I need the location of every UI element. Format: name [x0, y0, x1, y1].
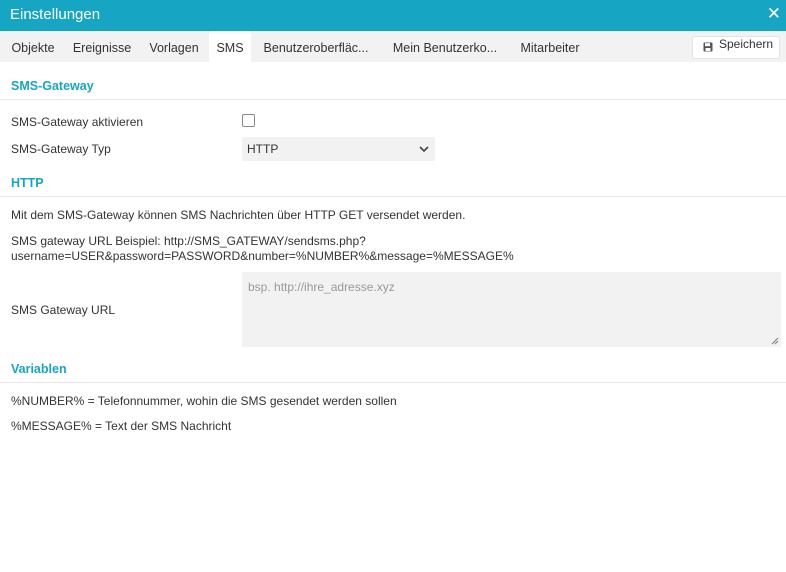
sms-gateway-url-placeholder: bsp. http://ihre_adresse.xyz [248, 280, 395, 294]
http-example-line-1: SMS gateway URL Beispiel: http://SMS_GAT… [11, 234, 366, 248]
title-bar: Einstellungen ✕ [0, 0, 786, 31]
divider [0, 196, 786, 197]
chevron-down-icon [419, 146, 429, 153]
resize-handle-icon[interactable] [771, 337, 779, 345]
window-title: Einstellungen [10, 6, 101, 23]
tab-ereignisse[interactable]: Ereignisse [66, 31, 138, 62]
floppy-disk-icon [703, 42, 713, 52]
section-title-sms-gateway: SMS-Gateway [11, 79, 94, 93]
sms-gateway-type-select[interactable]: HTTP [242, 137, 435, 161]
tab-benutzeroberflaeche[interactable]: Benutzeroberfläc... [255, 31, 377, 62]
sms-gateway-url-input[interactable]: bsp. http://ihre_adresse.xyz [242, 272, 781, 347]
section-title-http: HTTP [11, 176, 44, 190]
tab-mein-benutzerkonto[interactable]: Mein Benutzerko... [386, 31, 504, 62]
http-description: Mit dem SMS-Gateway können SMS Nachricht… [11, 208, 466, 222]
sms-gateway-url-label: SMS Gateway URL [11, 303, 116, 317]
save-button[interactable]: Speichern [692, 36, 780, 59]
section-title-variablen: Variablen [11, 362, 67, 376]
variable-number-description: %NUMBER% = Telefonnummer, wohin die SMS … [11, 394, 397, 408]
sms-gateway-type-value: HTTP [247, 142, 279, 156]
tab-sms[interactable]: SMS [209, 31, 251, 62]
sms-gateway-activate-checkbox[interactable] [242, 114, 255, 127]
http-example-line-2: username=USER&password=PASSWORD&number=%… [11, 249, 514, 263]
variable-message-description: %MESSAGE% = Text der SMS Nachricht [11, 419, 232, 433]
tab-vorlagen[interactable]: Vorlagen [142, 31, 206, 62]
tab-mitarbeiter[interactable]: Mitarbeiter [512, 31, 588, 62]
sms-gateway-type-label: SMS-Gateway Typ [11, 142, 111, 156]
save-button-label: Speichern [719, 37, 774, 51]
sms-gateway-activate-label: SMS-Gateway aktivieren [11, 115, 144, 129]
divider [0, 99, 786, 100]
divider [0, 382, 786, 383]
tab-objekte[interactable]: Objekte [4, 31, 62, 62]
close-icon[interactable]: ✕ [767, 4, 781, 24]
tab-bar: Objekte Ereignisse Vorlagen SMS Benutzer… [0, 31, 786, 62]
